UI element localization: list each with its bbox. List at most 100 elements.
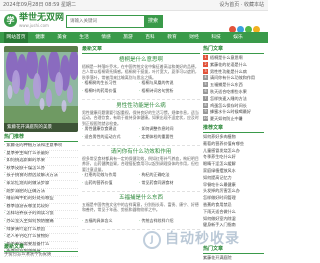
wisteria-image bbox=[4, 46, 78, 132]
search-input[interactable] bbox=[67, 16, 143, 27]
top-links[interactable]: 设为首页 · 收藏本站 bbox=[219, 1, 264, 9]
latest-title: 推荐文章 bbox=[203, 125, 264, 133]
rank-item[interactable]: 3 男性性功能是什么病 bbox=[203, 68, 264, 76]
hero-image[interactable]: 紫藤花开满庭院的美景 bbox=[4, 46, 78, 132]
list-item[interactable]: 下雨天适合做什么 bbox=[203, 209, 264, 216]
article-card: 男性性功能是什么病 男性健康问题需要引起重视，保持良好的生活习惯，规律作息，适当… bbox=[82, 100, 200, 146]
list-item[interactable]: 绿萝黄叶是什么原因 bbox=[4, 227, 78, 235]
list-item[interactable]: 眼睛干涩怎么缓解 bbox=[203, 161, 264, 168]
nav-food[interactable]: 美食 bbox=[52, 32, 72, 43]
site-header: 学 举世无双网 www.jushi.com 搜索 bbox=[0, 10, 268, 33]
related-link[interactable]: 枸杞的正确吃法 bbox=[139, 172, 196, 178]
list-item[interactable]: 头发掉的厉害怎么办 bbox=[203, 188, 264, 195]
list-item[interactable]: 如何挑选新鲜的水果 bbox=[4, 158, 78, 166]
related-link[interactable]: 五福的具体含义 bbox=[82, 218, 139, 224]
list-item[interactable]: 早餐吃什么最健康 bbox=[203, 182, 264, 189]
rank-number: 2 bbox=[203, 61, 208, 67]
list-item[interactable]: 老人补钙吃什么食物好 bbox=[4, 234, 78, 242]
related-link[interactable]: 常见药食同源食材 bbox=[139, 180, 196, 186]
date-text: 2024年09月28日 08:59 星期二 bbox=[3, 2, 77, 8]
nav-life[interactable]: 生活 bbox=[74, 32, 94, 43]
article-summary: 五福是中国传统文化中的吉祥寓意，分别指长寿、富贵、康宁、好德和善终，常见于年画、… bbox=[82, 202, 199, 213]
rank-item[interactable]: 1 梧桐是什么意思啊 bbox=[203, 55, 264, 62]
rank-number: 3 bbox=[203, 68, 208, 74]
related-link[interactable]: 传统吉祥纹样介绍 bbox=[139, 218, 196, 224]
rank-item[interactable]: 7 怎样快速入睡的方法 bbox=[203, 95, 264, 103]
rank-number: 4 bbox=[203, 75, 208, 81]
search-button[interactable]: 搜索 bbox=[144, 16, 162, 27]
bottom-left-title: 最新文章 bbox=[4, 244, 78, 252]
related-link[interactable]: 梧桐与凤凰的传说 bbox=[139, 80, 196, 86]
article-links: 梧桐树的生长习性梧桐与凤凰的传说梧桐叶的药用价值梧桐诗词名句赏析 bbox=[82, 80, 200, 96]
rank-item[interactable]: 5 五福捕是什么东西 bbox=[203, 82, 264, 89]
nav-home[interactable]: 网站首页 bbox=[4, 32, 28, 43]
rank-label: 紫藤花的花语是什么 bbox=[210, 61, 247, 67]
list-item[interactable]: 怎样做好时间管理 bbox=[203, 195, 264, 202]
list-item[interactable]: 葡萄的营养价值有哪些 bbox=[203, 141, 264, 148]
list-item[interactable]: 夏季养生喝什么茶最好 bbox=[4, 151, 78, 159]
site-name: 举世无双网 bbox=[19, 13, 65, 23]
list-item[interactable]: 春季旅游去哪里比较好 bbox=[4, 204, 78, 212]
main-nav: 网站首页 健康 美食 生活 情感 旅游 百科 教育 财经 科技 娱乐 bbox=[0, 32, 268, 43]
related-link[interactable]: 如何调整作息时间 bbox=[139, 126, 196, 132]
logo-mark: 学 bbox=[4, 14, 17, 27]
article-card: 五福捕是什么东西 五福是中国传统文化中的吉祥寓意，分别指长寿、富贵、康宁、好德和… bbox=[82, 192, 200, 230]
rank-label: 蜂蜜水什么时候喝最好 bbox=[210, 109, 251, 115]
related-link[interactable]: 梧桐叶的药用价值 bbox=[82, 88, 139, 94]
list-item[interactable]: 如何养好多肉植物 bbox=[203, 134, 264, 141]
list-item[interactable]: 秋季皮肤干燥怎么办 bbox=[4, 166, 78, 174]
list-item[interactable]: 香蕉的食用禁忌 bbox=[203, 202, 264, 209]
list-item[interactable]: 家庭绿植摆放风水 bbox=[203, 168, 264, 175]
nav-emotion[interactable]: 情感 bbox=[96, 32, 116, 43]
related-link[interactable]: 男性健康饮食建议 bbox=[82, 126, 139, 132]
nav-travel[interactable]: 旅游 bbox=[118, 32, 138, 43]
list-item[interactable]: 怎样培养孩子的阅读习惯 bbox=[4, 211, 78, 219]
list-item[interactable]: 手提包怎么清洗不伤皮质 bbox=[4, 252, 78, 258]
rank-item[interactable]: 2 紫藤花的花语是什么 bbox=[203, 61, 264, 69]
rank-number: 7 bbox=[203, 95, 208, 101]
list-item[interactable]: 家常红烧肉的做法步骤 bbox=[4, 181, 78, 189]
left-list-title: 热门推荐 bbox=[4, 134, 78, 142]
related-link[interactable]: 适合男性的运动方式 bbox=[82, 134, 139, 140]
rank-label: 请问你有什么功效和作用 bbox=[210, 75, 256, 81]
list-item[interactable]: 紫藤花开满庭院 bbox=[203, 255, 264, 262]
rank-label: 秋天适合吃哪些水果 bbox=[210, 88, 247, 94]
list-item[interactable]: 跑步减肥的正确方法 bbox=[4, 189, 78, 197]
list-item[interactable]: 办公室久坐如何预防腰痛 bbox=[4, 219, 78, 227]
related-link[interactable]: 梧桐树的生长习性 bbox=[82, 80, 139, 86]
nav-finance[interactable]: 财经 bbox=[184, 32, 204, 43]
nav-education[interactable]: 教育 bbox=[162, 32, 182, 43]
article-title[interactable]: 梧桐是什么意思啊 bbox=[82, 56, 200, 64]
nav-wiki[interactable]: 百科 bbox=[140, 32, 160, 43]
rank-number: 5 bbox=[203, 82, 208, 88]
nav-entertainment[interactable]: 娱乐 bbox=[228, 32, 248, 43]
article-links: 男性健康饮食建议如何调整作息时间适合男性的运动方式定期体检的重要性 bbox=[82, 126, 200, 142]
rank-item[interactable]: 6 秋天适合吃哪些水果 bbox=[203, 88, 264, 96]
list-item[interactable]: 冬季养生吃什么好 bbox=[203, 154, 264, 161]
rank-item[interactable]: 9 蜂蜜水什么时候喝最好 bbox=[203, 109, 264, 116]
related-link[interactable]: 定期体检的重要性 bbox=[139, 134, 196, 140]
related-link[interactable]: 山药的营养价值 bbox=[82, 180, 139, 186]
article-title[interactable]: 五福捕是什么东西 bbox=[82, 194, 200, 202]
article-title[interactable]: 男性性功能是什么病 bbox=[82, 102, 200, 110]
list-item[interactable]: 健身新手入门指南 bbox=[203, 222, 264, 229]
list-item[interactable]: 紫藤花的种植方法和注意事项 bbox=[4, 143, 78, 151]
list-item[interactable]: 儿童感冒发烧怎么办 bbox=[203, 148, 264, 155]
nav-tech[interactable]: 科技 bbox=[206, 32, 226, 43]
article-links: 五福的具体含义传统吉祥纹样介绍 bbox=[82, 218, 200, 226]
rank-item[interactable]: 4 请问你有什么功效和作用 bbox=[203, 75, 264, 82]
list-item[interactable]: 如何做好室内除湿 bbox=[203, 216, 264, 223]
main-article-column: 最新文章 梧桐是什么意思啊 梧桐是一种落叶乔木，在中国传统文化中象征着高洁和美好… bbox=[82, 46, 200, 263]
list-item[interactable]: 孩子挑食的原因及解决方法 bbox=[4, 173, 78, 181]
list-item[interactable]: 睡前喝牛奶的好处有哪些 bbox=[4, 196, 78, 204]
rank-label: 夏天如何防止中暑 bbox=[210, 116, 243, 122]
nav-health[interactable]: 健康 bbox=[30, 32, 50, 43]
article-title[interactable]: 请问你有什么功效和作用 bbox=[82, 148, 200, 156]
related-link[interactable]: 红枣的功效与作用 bbox=[82, 172, 139, 178]
site-logo[interactable]: 学 举世无双网 www.jushi.com bbox=[4, 13, 64, 30]
related-link[interactable]: 梧桐诗词名句赏析 bbox=[139, 88, 196, 94]
site-tagline: www.jushi.com bbox=[19, 23, 49, 28]
rank-item[interactable]: 8 鸡蛋怎么保存时间长 bbox=[203, 102, 264, 110]
list-item[interactable]: 如何提高记忆力 bbox=[203, 175, 264, 182]
rank-item[interactable]: 10 夏天如何防止中暑 bbox=[203, 116, 264, 123]
